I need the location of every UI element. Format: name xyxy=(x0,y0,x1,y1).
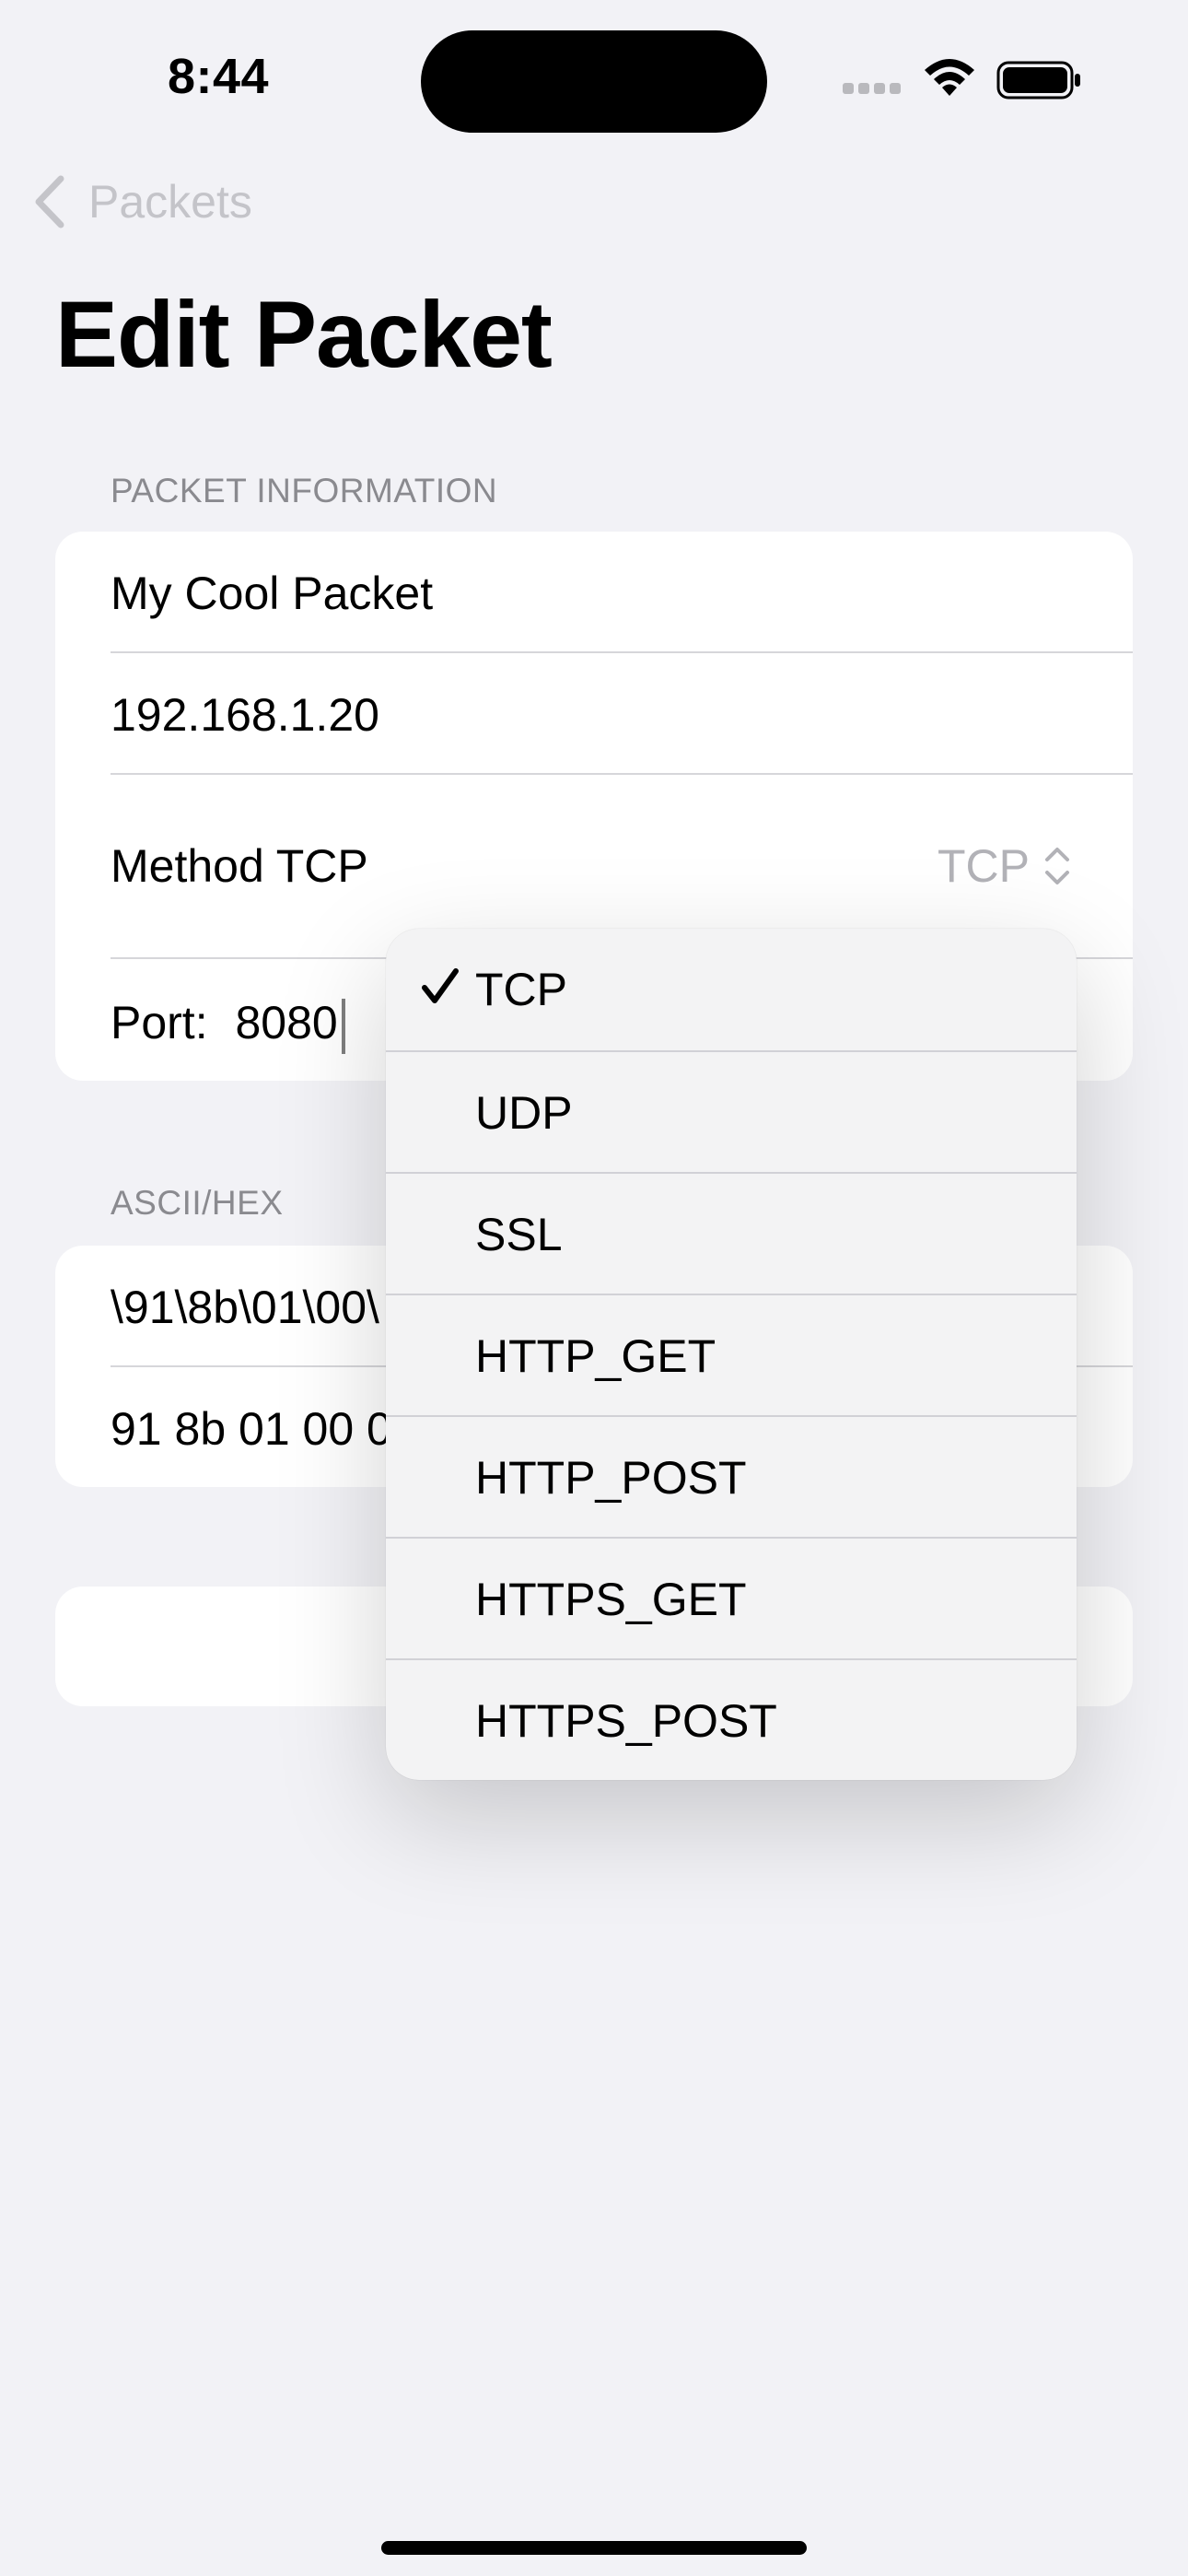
status-time: 8:44 xyxy=(168,49,270,104)
home-indicator[interactable] xyxy=(381,2541,807,2555)
port-value: 8080 xyxy=(235,997,338,1048)
ip-address-value: 192.168.1.20 xyxy=(111,689,379,741)
menu-item-label: HTTP_POST xyxy=(475,1452,747,1504)
menu-item-http-post[interactable]: HTTP_POST xyxy=(386,1417,1077,1539)
menu-item-label: UDP xyxy=(475,1087,573,1139)
method-picker[interactable]: TCP xyxy=(938,839,1070,893)
cellular-signal-icon xyxy=(843,82,907,95)
section-header-ascii-hex: ASCII/HEX xyxy=(111,1184,284,1222)
text-cursor xyxy=(341,998,345,1054)
ip-address-field[interactable]: 192.168.1.20 xyxy=(55,653,1133,773)
chevron-left-icon xyxy=(35,175,64,228)
method-picker-value: TCP xyxy=(938,840,1030,892)
menu-item-ssl[interactable]: SSL xyxy=(386,1174,1077,1295)
chevron-up-down-icon xyxy=(1045,848,1069,884)
menu-item-label: HTTPS_GET xyxy=(475,1574,747,1625)
back-button[interactable]: Packets xyxy=(33,175,252,228)
section-header-packet-information: PACKET INFORMATION xyxy=(111,472,498,509)
method-dropdown-menu: TCP UDP SSL HTTP_GET HTTP_POST HTTPS_GET… xyxy=(386,929,1077,1780)
wifi-icon xyxy=(921,53,978,100)
ascii-value: \91\8b\01\00\ xyxy=(111,1282,379,1333)
menu-item-label: HTTPS_POST xyxy=(475,1695,777,1747)
page-title: Edit Packet xyxy=(55,282,553,387)
menu-item-tcp[interactable]: TCP xyxy=(386,929,1077,1050)
packet-name-value: My Cool Packet xyxy=(111,568,434,619)
hex-value: 91 8b 01 00 0 xyxy=(111,1403,392,1455)
menu-item-https-post[interactable]: HTTPS_POST xyxy=(386,1660,1077,1780)
battery-icon xyxy=(996,59,1083,101)
packet-name-field[interactable]: My Cool Packet xyxy=(55,532,1133,651)
dynamic-island xyxy=(421,30,767,133)
menu-item-udp[interactable]: UDP xyxy=(386,1052,1077,1174)
method-label: Method TCP xyxy=(111,840,368,892)
menu-item-https-get[interactable]: HTTPS_GET xyxy=(386,1539,1077,1660)
checkmark-icon xyxy=(422,968,459,1003)
back-button-label: Packets xyxy=(88,176,252,228)
port-label: Port: xyxy=(111,997,208,1048)
menu-item-label: TCP xyxy=(475,964,567,1015)
menu-item-http-get[interactable]: HTTP_GET xyxy=(386,1295,1077,1417)
menu-item-label: HTTP_GET xyxy=(475,1330,716,1382)
menu-item-label: SSL xyxy=(475,1209,563,1260)
